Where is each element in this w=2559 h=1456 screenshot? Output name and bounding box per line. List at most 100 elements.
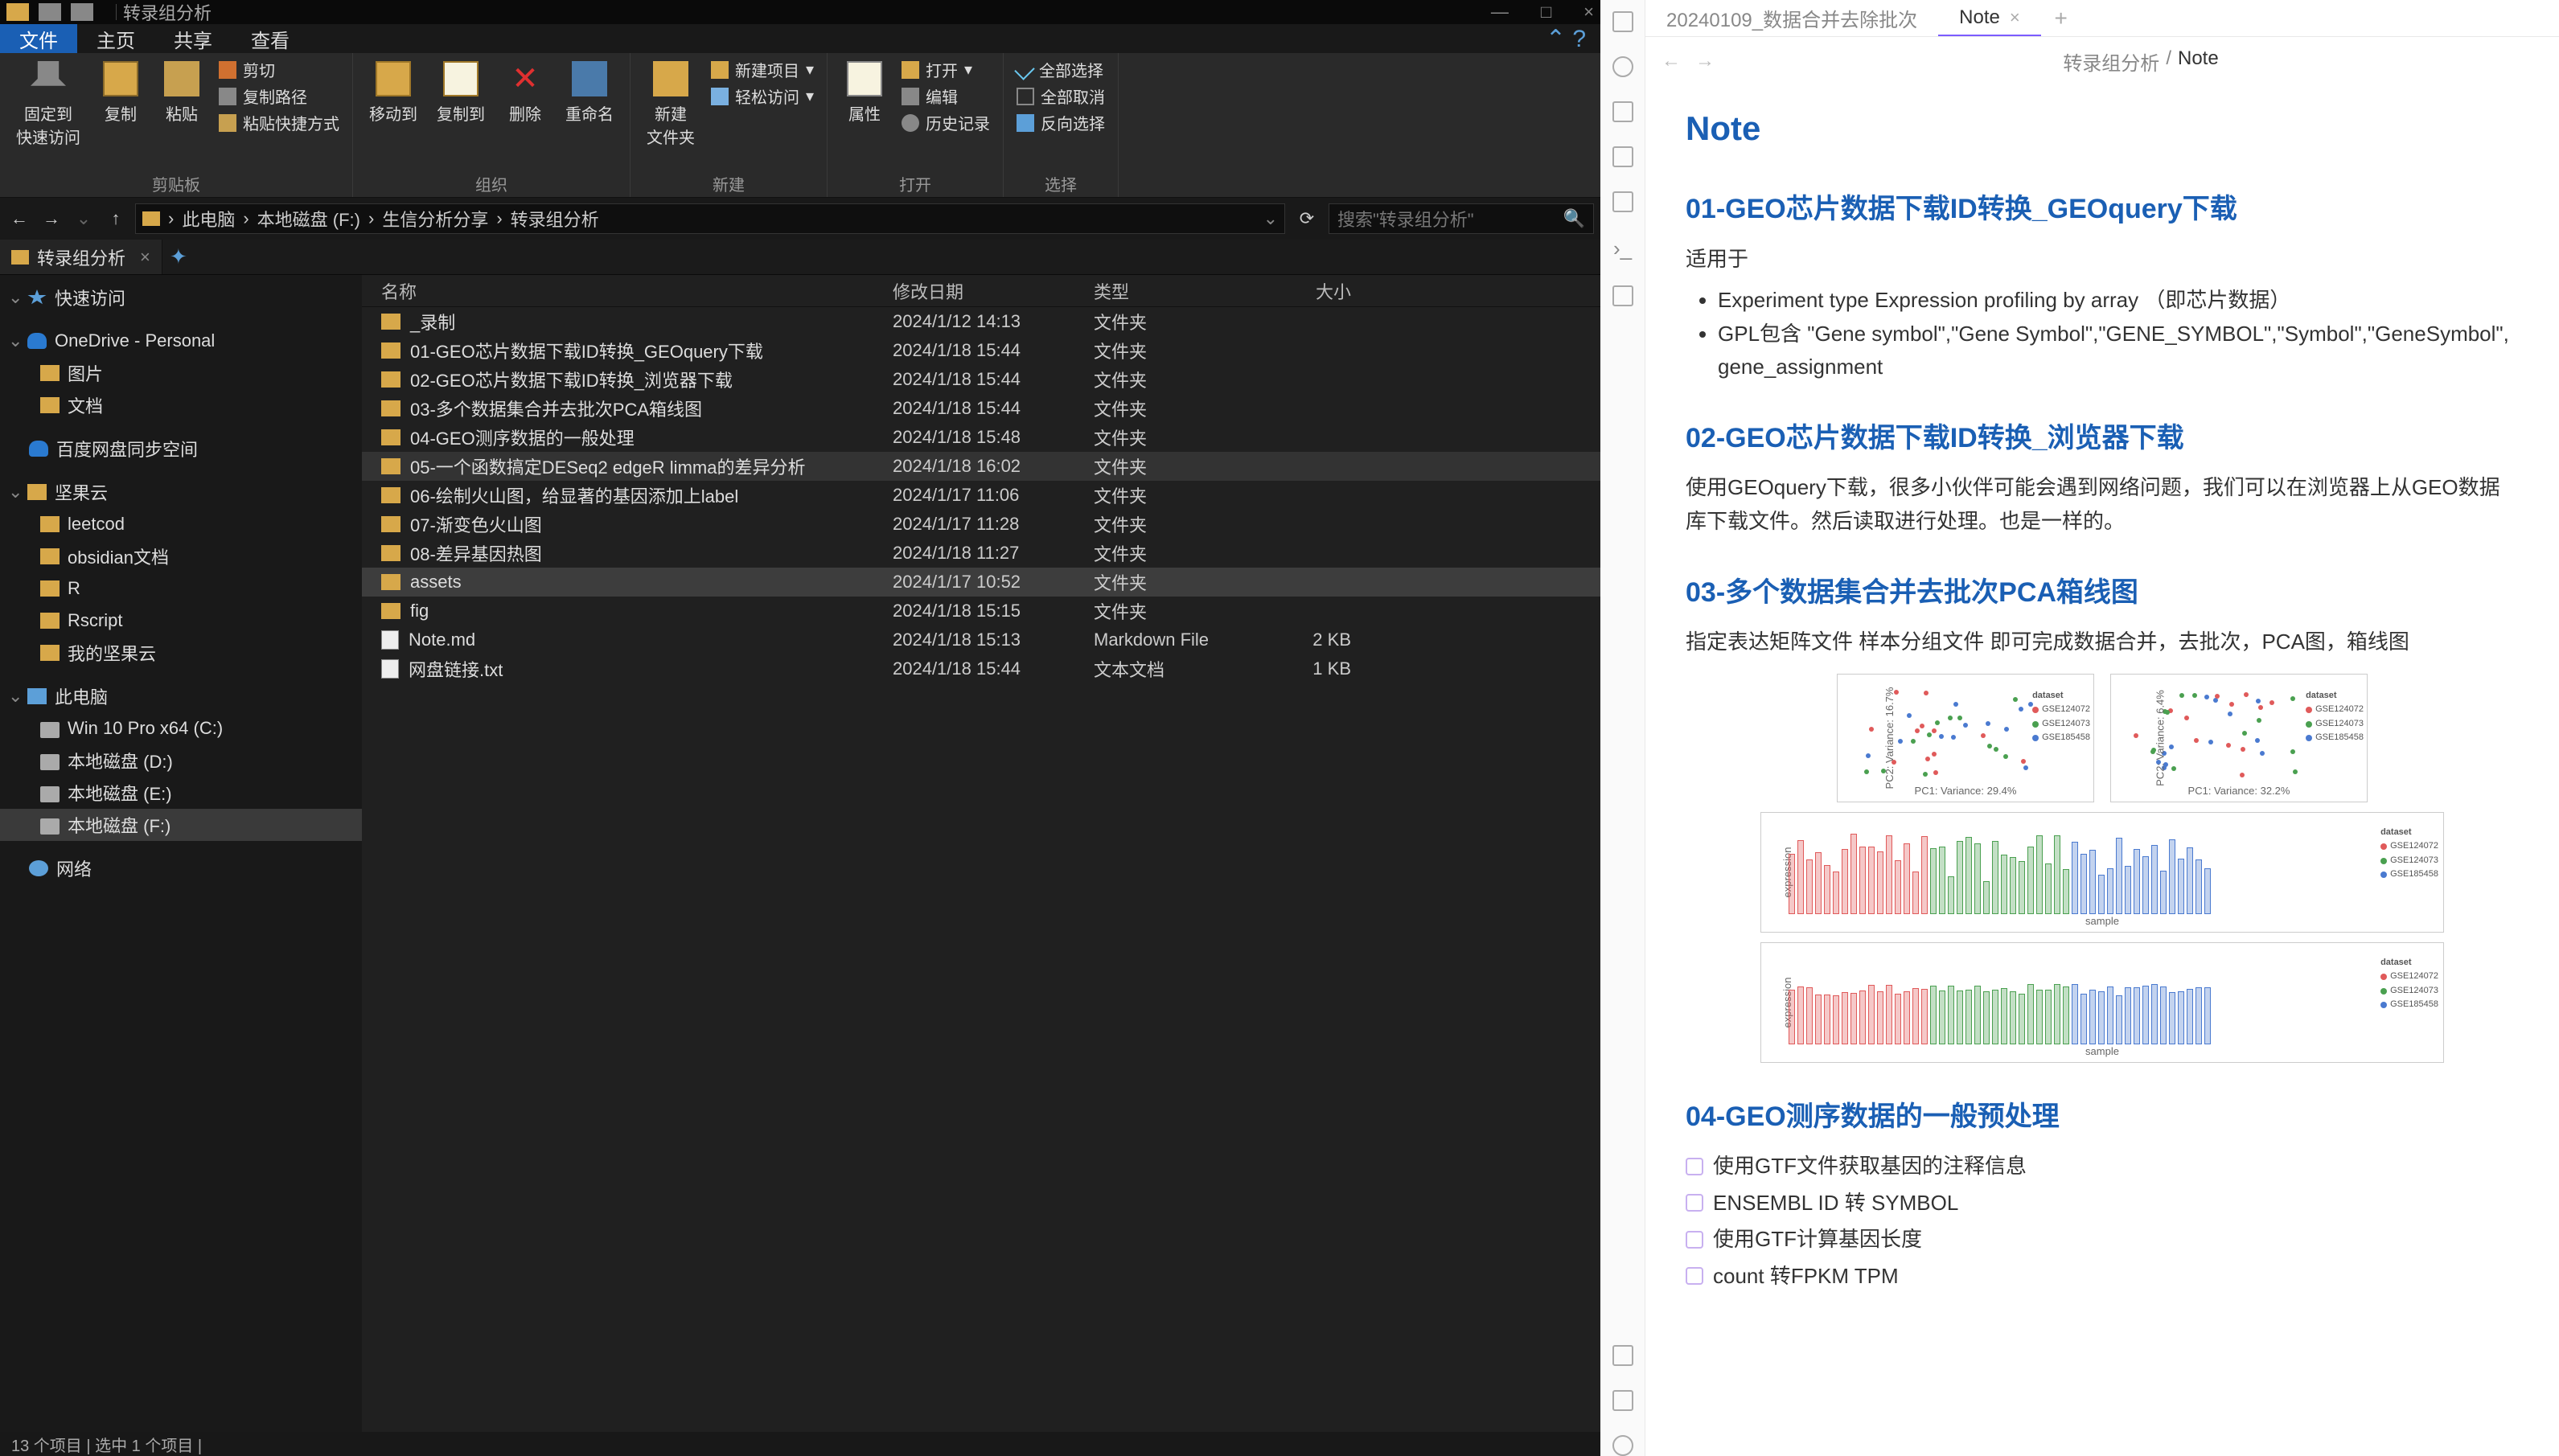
copy-path-button[interactable]: 复制路径 [219,84,339,108]
nav-item[interactable]: ⌄此电脑 [0,680,362,712]
nav-item[interactable]: 本地磁盘 (E:) [0,777,362,809]
nav-item[interactable]: obsidian文档 [0,540,362,572]
notes-tab-active[interactable]: Note× [1938,0,2041,36]
file-row[interactable]: 03-多个数据集合并去批次PCA箱线图2024/1/18 15:44文件夹 [362,394,1600,423]
qat-icon[interactable] [39,3,61,21]
file-row[interactable]: Note.md2024/1/18 15:13Markdown File2 KB [362,625,1600,654]
checkbox-item[interactable]: 使用GTF计算基因长度 [1686,1223,2519,1257]
file-row[interactable]: 07-渐变色火山图2024/1/17 11:28文件夹 [362,510,1600,539]
close-tab-icon[interactable]: × [140,247,150,268]
navigation-pane[interactable]: ⌄快速访问 ⌄OneDrive - Personal图片文档百度网盘同步空间 ⌄坚果… [0,275,362,1432]
ribbon-tab-view[interactable]: 查看 [232,24,309,53]
column-name[interactable]: 名称 [362,278,893,304]
breadcrumb-item[interactable]: 此电脑 [182,206,235,232]
notes-tab[interactable]: 20240109_数据合并去除批次 [1645,0,1938,36]
nav-item[interactable]: 图片 [0,357,362,389]
file-row[interactable]: _录制2024/1/12 14:13文件夹 [362,307,1600,336]
breadcrumb-item[interactable]: 本地磁盘 (F:) [257,206,360,232]
ribbon-tab-home[interactable]: 主页 [77,24,154,53]
column-date[interactable]: 修改日期 [893,278,1094,304]
nav-item[interactable]: ⌄坚果云 [0,476,362,508]
search-icon[interactable] [1612,56,1633,77]
up-button[interactable]: ↑ [103,208,129,229]
tag-icon[interactable] [1612,191,1633,212]
title-bar[interactable]: 转录组分析 — □ × [0,0,1600,24]
paste-button[interactable]: 粘贴 [158,58,206,128]
close-button[interactable]: × [1583,2,1594,23]
forward-button[interactable]: → [1695,50,1715,72]
file-row[interactable]: 06-绘制火山图，给显著的基因添加上label2024/1/17 11:06文件… [362,481,1600,510]
open-button[interactable]: 打开 ▾ [902,58,990,81]
select-all-button[interactable]: 全部选择 [1017,58,1105,81]
maximize-button[interactable]: □ [1541,2,1551,23]
paste-shortcut-button[interactable]: 粘贴快捷方式 [219,111,339,134]
breadcrumb-item[interactable]: 生信分析分享 [382,206,488,232]
refresh-button[interactable]: ⟳ [1292,208,1322,229]
plugin-icon[interactable] [1612,1390,1633,1411]
nav-item[interactable]: leetcod [0,508,362,540]
file-row[interactable]: 05-一个函数搞定DESeq2 edgeR limma的差异分析2024/1/1… [362,452,1600,481]
back-button[interactable]: ← [1662,50,1681,72]
breadcrumb-box[interactable]: › 此电脑› 本地磁盘 (F:)› 生信分析分享› 转录组分析 ⌄ [135,203,1285,234]
nav-item[interactable]: 本地磁盘 (F:) [0,809,362,841]
pin-to-quick-access-button[interactable]: 固定到 快速访问 [13,58,84,151]
document-icon[interactable] [1612,146,1633,167]
sidebar-toggle-icon[interactable] [1612,11,1633,32]
note-content[interactable]: Note 01-GEO芯片数据下载ID转换_GEOquery下载 适用于 Exp… [1645,85,2559,1456]
forward-button[interactable]: → [39,208,64,229]
easy-access-button[interactable]: 轻松访问 ▾ [711,84,814,108]
nav-item[interactable]: Rscript [0,605,362,637]
nav-item[interactable]: ⌄快速访问 [0,281,362,314]
settings-icon[interactable] [1612,1435,1633,1456]
help-icon[interactable] [1612,1345,1633,1366]
checkbox-icon[interactable] [1686,1158,1703,1175]
checkbox-item[interactable]: ENSEMBL ID 转 SYMBOL [1686,1187,2519,1220]
ribbon-collapse-icon[interactable]: ⌃ ? [1531,24,1600,53]
recent-button[interactable]: ⌄ [71,208,97,229]
invert-selection-button[interactable]: 反向选择 [1017,111,1105,134]
grid-icon[interactable] [1612,101,1633,122]
copy-to-button[interactable]: 复制到 [433,58,488,128]
qat-icon[interactable] [71,3,93,21]
delete-button[interactable]: ✕删除 [501,58,549,128]
back-button[interactable]: ← [6,208,32,229]
column-type[interactable]: 类型 [1094,278,1263,304]
breadcrumb-item[interactable]: Note [2178,47,2219,76]
bookmark-icon[interactable] [1612,285,1633,306]
nav-item[interactable]: 网络 [0,852,362,884]
file-row[interactable]: fig2024/1/18 15:15文件夹 [362,597,1600,625]
terminal-icon[interactable]: ›_ [1613,236,1632,261]
select-none-button[interactable]: 全部取消 [1017,84,1105,108]
properties-button[interactable]: 属性 [840,58,889,128]
copy-button[interactable]: 复制 [97,58,145,128]
new-item-button[interactable]: 新建项目 ▾ [711,58,814,81]
cut-button[interactable]: 剪切 [219,58,339,81]
ribbon-tab-share[interactable]: 共享 [154,24,232,53]
move-to-button[interactable]: 移动到 [366,58,421,128]
checkbox-item[interactable]: count 转FPKM TPM [1686,1260,2519,1294]
checkbox-icon[interactable] [1686,1267,1703,1285]
add-tab-button[interactable]: ✦ [162,240,195,274]
close-icon[interactable]: × [2010,7,2020,28]
search-input[interactable]: 搜索"转录组分析" 🔍 [1329,203,1594,234]
checkbox-icon[interactable] [1686,1194,1703,1212]
file-row[interactable]: 04-GEO测序数据的一般处理2024/1/18 15:48文件夹 [362,423,1600,452]
nav-item[interactable]: 本地磁盘 (D:) [0,744,362,777]
file-row[interactable]: 网盘链接.txt2024/1/18 15:44文本文档1 KB [362,654,1600,683]
explorer-tab[interactable]: 转录组分析 × [0,240,162,274]
file-row[interactable]: 08-差异基因热图2024/1/18 11:27文件夹 [362,539,1600,568]
breadcrumb-item[interactable]: 转录组分析 [2063,47,2159,76]
nav-item[interactable]: ⌄OneDrive - Personal [0,325,362,357]
column-size[interactable]: 大小 [1263,278,1367,304]
nav-item[interactable]: 百度网盘同步空间 [0,433,362,465]
edit-button[interactable]: 编辑 [902,84,990,108]
rename-button[interactable]: 重命名 [562,58,617,128]
nav-item[interactable]: R [0,572,362,605]
checkbox-icon[interactable] [1686,1231,1703,1249]
file-row[interactable]: 02-GEO芯片数据下载ID转换_浏览器下载2024/1/18 15:44文件夹 [362,365,1600,394]
ribbon-tab-file[interactable]: 文件 [0,24,77,53]
nav-item[interactable]: 文档 [0,389,362,421]
history-button[interactable]: 历史记录 [902,111,990,134]
new-folder-button[interactable]: 新建 文件夹 [643,58,698,151]
nav-item[interactable]: 我的坚果云 [0,637,362,669]
